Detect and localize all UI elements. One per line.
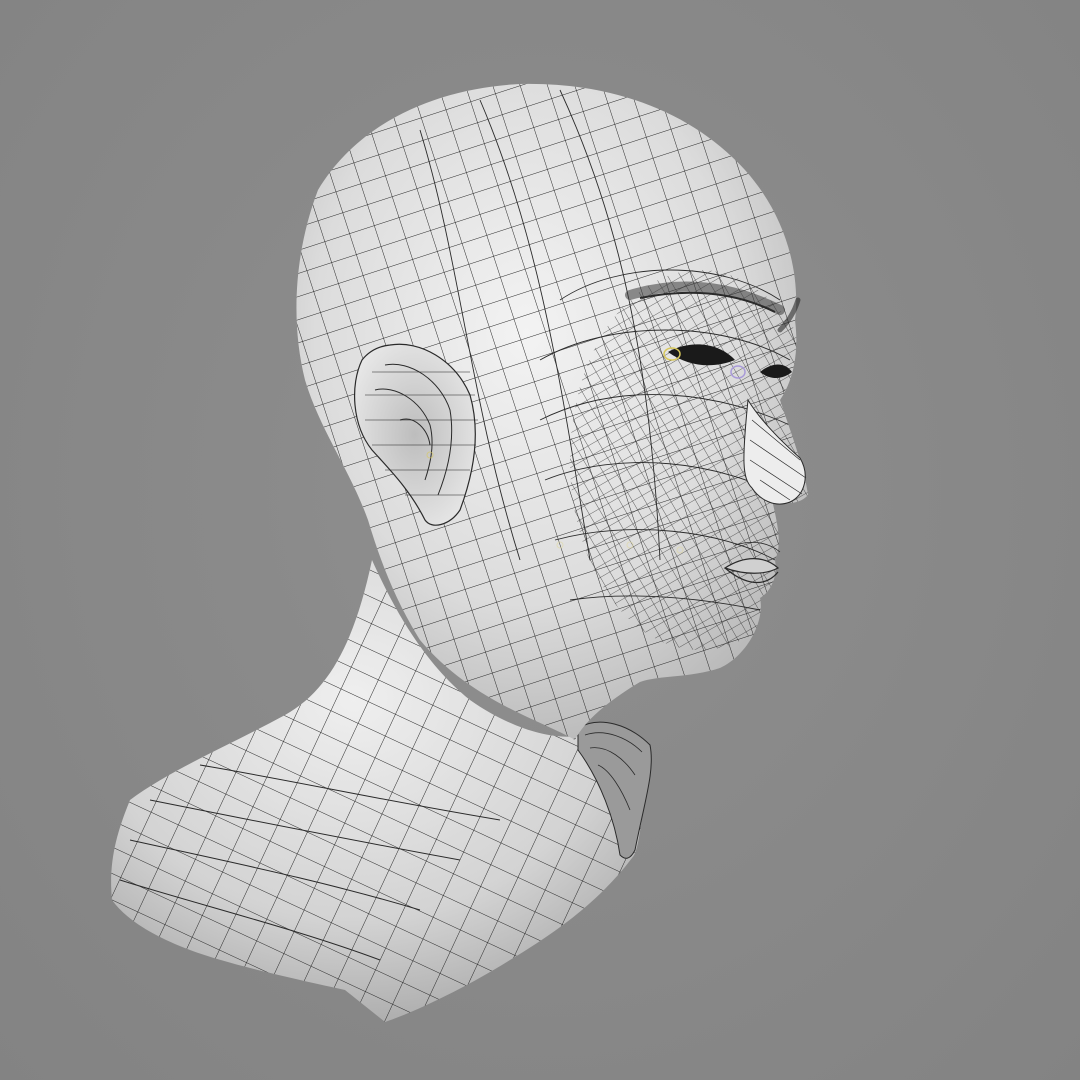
3d-viewport[interactable]: [0, 0, 1080, 1080]
head-mesh-render: [111, 83, 808, 1022]
